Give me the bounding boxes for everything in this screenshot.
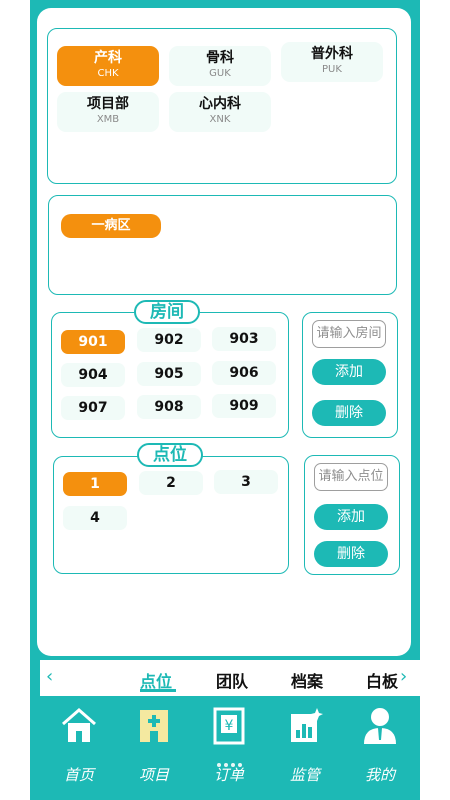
- room-chip-903[interactable]: 903: [212, 327, 276, 351]
- prev-tab-arrow[interactable]: ‹: [46, 666, 53, 687]
- dept-guk[interactable]: 骨科 GUK: [169, 46, 271, 86]
- dept-xnk[interactable]: 心内科 XNK: [169, 92, 271, 132]
- point-chip-2[interactable]: 2: [139, 471, 203, 495]
- rooms-legend: 房间: [134, 300, 200, 324]
- add-point-button[interactable]: 添加: [314, 504, 388, 530]
- dept-code: XNK: [209, 114, 231, 125]
- tab-archive[interactable]: 档案: [291, 668, 323, 692]
- nav-supervise[interactable]: 监管: [270, 706, 340, 792]
- nav-label: 监管: [289, 766, 320, 784]
- delete-point-button[interactable]: 删除: [314, 541, 388, 567]
- room-chip-905[interactable]: 905: [137, 362, 201, 386]
- delete-room-button[interactable]: 删除: [312, 400, 386, 426]
- hospital-icon: [140, 710, 168, 742]
- nav-mine[interactable]: 我的: [345, 706, 415, 792]
- pager-dots: [217, 752, 245, 771]
- point-chip-4[interactable]: 4: [63, 506, 127, 530]
- point-chip-1[interactable]: 1: [63, 472, 127, 496]
- order-icon: ¥: [213, 707, 245, 745]
- dept-code: GUK: [209, 68, 231, 79]
- next-tab-arrow[interactable]: ›: [400, 666, 407, 687]
- ward-chip[interactable]: 一病区: [61, 214, 161, 238]
- dept-name: 项目部: [87, 96, 129, 112]
- room-chip-902[interactable]: 902: [137, 328, 201, 352]
- point-input[interactable]: 请输入点位: [314, 463, 388, 491]
- nav-label: 我的: [364, 766, 395, 784]
- room-chip-908[interactable]: 908: [137, 395, 201, 419]
- room-chip-904[interactable]: 904: [61, 363, 125, 387]
- nav-project[interactable]: 项目: [119, 706, 189, 792]
- room-chip-901[interactable]: 901: [61, 330, 125, 354]
- dept-code: PUK: [322, 64, 342, 75]
- svg-text:¥: ¥: [225, 718, 234, 734]
- dept-name: 产科: [94, 50, 122, 66]
- user-icon: [364, 708, 396, 744]
- monitor-chart-icon: [291, 708, 323, 742]
- room-chip-909[interactable]: 909: [212, 394, 276, 418]
- nav-orders[interactable]: ¥ 订单: [194, 706, 264, 792]
- dept-name: 普外科: [311, 46, 353, 62]
- tab-bar: ‹ 点位 团队 档案 白板 ›: [40, 660, 420, 696]
- tab-team[interactable]: 团队: [216, 668, 248, 692]
- dept-chk[interactable]: 产科 CHK: [57, 46, 159, 86]
- dept-name: 心内科: [199, 96, 241, 112]
- dept-name: 骨科: [206, 50, 234, 66]
- dept-code: XMB: [96, 114, 120, 125]
- room-input[interactable]: 请输入房间: [312, 320, 386, 348]
- tab-whiteboard[interactable]: 白板: [366, 668, 398, 692]
- dept-puk[interactable]: 普外科 PUK: [281, 42, 383, 82]
- room-chip-907[interactable]: 907: [61, 396, 125, 420]
- room-chip-906[interactable]: 906: [212, 361, 276, 385]
- nav-home[interactable]: 首页: [44, 706, 114, 792]
- dept-xmb[interactable]: 项目部 XMB: [57, 92, 159, 132]
- points-legend: 点位: [137, 443, 203, 467]
- point-chip-3[interactable]: 3: [214, 470, 278, 494]
- active-tab-underline: [140, 689, 176, 692]
- ward-box: [48, 195, 397, 295]
- add-room-button[interactable]: 添加: [312, 359, 386, 385]
- dept-code: CHK: [97, 68, 119, 79]
- nav-label: 项目: [138, 766, 169, 784]
- nav-label: 首页: [63, 766, 94, 784]
- home-icon: [62, 708, 96, 742]
